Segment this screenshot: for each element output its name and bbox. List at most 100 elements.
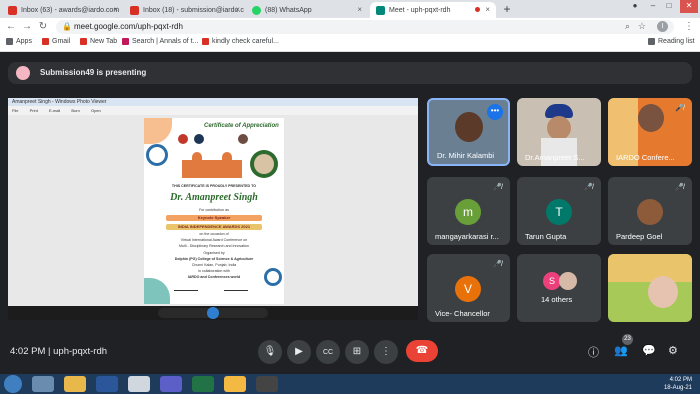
participant-tile[interactable] — [608, 254, 692, 322]
maximize-icon[interactable]: □ — [662, 0, 676, 13]
new-tab-button[interactable]: + — [500, 2, 514, 16]
meeting-info: 4:02 PM | uph-pqxt-rdh — [10, 346, 107, 357]
close-icon[interactable]: × — [235, 5, 240, 14]
college-text: Dolphin (PG) College of Science & Agricu… — [174, 257, 254, 261]
close-icon[interactable]: × — [357, 5, 362, 14]
mic-off-icon: 🎤̸ — [493, 184, 502, 191]
others-count: 14 others — [541, 295, 573, 304]
tab-whatsapp[interactable]: (88) WhatsApp × — [246, 2, 368, 18]
profile-dot-icon[interactable]: ● — [628, 0, 642, 13]
more-options-button[interactable]: ⋮ — [374, 340, 398, 364]
excel-icon[interactable] — [192, 376, 214, 392]
app-icon[interactable] — [224, 376, 246, 392]
end-call-button[interactable]: ☎ — [406, 340, 438, 362]
forward-icon[interactable]: → — [20, 20, 34, 34]
close-icon[interactable]: × — [113, 5, 118, 14]
folder-icon[interactable] — [64, 376, 86, 392]
reading-list[interactable]: Reading list — [648, 38, 695, 45]
presented-to-text: THIS CERTIFICATE IS PROUDLY PRESENTED TO — [171, 184, 257, 188]
collab-org-text: IARDO and Conferences world — [187, 275, 241, 279]
gmail-icon — [42, 38, 49, 45]
bookmark-new-tab[interactable]: New Tab — [80, 38, 117, 45]
mic-button[interactable]: 🎙 — [258, 340, 282, 364]
bookmarks-bar: Apps Gmail New Tab Search | Annals of t.… — [0, 36, 700, 52]
captions-button[interactable]: CC — [316, 340, 340, 364]
tab-strip: Inbox (63) - awards@iardo.com × Inbox (1… — [0, 0, 700, 18]
participant-name: Tarun Gupta — [525, 232, 567, 241]
presenting-bar: Submission49 is presenting — [8, 62, 692, 84]
zoom-icon[interactable]: ⌕ — [625, 21, 630, 32]
tab-label: Meet - uph-pqxt-rdh — [389, 6, 451, 14]
photo-viewer-title: Amanpreet Singh - Windows Photo Viewer — [8, 98, 418, 106]
gmail-icon — [130, 5, 139, 15]
windows-taskbar: 4:02 PM 18-Aug-21 — [0, 374, 700, 394]
occasion-text: on the occasion of — [199, 232, 229, 236]
recording-dot-icon — [475, 7, 480, 12]
participant-tile[interactable]: S 14 others — [517, 254, 601, 322]
green-decoration — [144, 278, 170, 304]
participant-tile[interactable]: 🎤̸ V Vice- Chancellor — [427, 254, 510, 322]
participant-name: Vice- Chancellor — [435, 309, 490, 318]
close-window-icon[interactable]: ✕ — [680, 0, 698, 13]
minimize-icon[interactable]: – — [646, 0, 660, 13]
participant-avatar — [559, 272, 577, 290]
activities-icon: ⚙ — [668, 345, 678, 357]
participant-tile[interactable]: ••• Dr. Mihir Kalambi — [427, 98, 510, 166]
tab-label: Inbox (63) - awards@iardo.com — [21, 6, 120, 14]
meeting-time: 4:02 PM — [10, 346, 46, 357]
menu-icon[interactable]: ⋮ — [682, 20, 696, 34]
tab-meet[interactable]: Meet - uph-pqxt-rdh × — [370, 2, 496, 18]
address-bar[interactable]: 🔒 meet.google.com/uph-pqxt-rdh ⌕ ☆ I — [56, 20, 674, 34]
bookmark-apps[interactable]: Apps — [6, 38, 32, 45]
participant-name: mangayarkarasi r... — [435, 232, 499, 241]
close-icon[interactable]: × — [485, 5, 490, 14]
captions-icon: CC — [322, 349, 334, 356]
red-fort-illustration — [182, 160, 242, 178]
participant-tile[interactable]: 🎤̸ Pardeep Goel — [608, 177, 692, 245]
reload-icon[interactable]: ↻ — [36, 20, 50, 34]
menu-email: E-mail — [48, 108, 61, 113]
chat-button[interactable]: 💬 — [642, 344, 656, 357]
participant-tile[interactable]: 🎤̸ m mangayarkarasi r... — [427, 177, 510, 245]
people-icon: 👥 — [614, 345, 628, 357]
chrome-icon[interactable] — [128, 376, 150, 392]
tab-gmail-submission[interactable]: Inbox (18) - submission@iardo.c × — [124, 2, 246, 18]
info-button[interactable]: ⓘ — [588, 344, 599, 360]
recipient-name: Dr. Amanpreet Singh — [170, 192, 258, 203]
participant-tile[interactable]: Dr.Amanpreet S... — [517, 98, 601, 166]
taskbar-app-icon[interactable] — [32, 376, 54, 392]
present-icon: ⊞ — [352, 346, 362, 357]
mic-icon: 🎙 — [263, 346, 277, 357]
tab-label: (88) WhatsApp — [265, 6, 312, 14]
bookmark-gmail[interactable]: Gmail — [42, 38, 70, 45]
camera-button[interactable]: ▶ — [287, 340, 311, 364]
banner-video — [608, 254, 692, 282]
logo-icon — [238, 134, 248, 144]
system-clock[interactable]: 4:02 PM 18-Aug-21 — [664, 376, 692, 392]
activities-button[interactable]: ⚙ — [668, 344, 678, 357]
participant-tile[interactable]: 🎤̸ IARDO Confere... — [608, 98, 692, 166]
lock-icon: 🔒 — [62, 22, 72, 31]
profile-avatar[interactable]: I — [657, 21, 668, 32]
back-icon[interactable]: ← — [4, 20, 18, 34]
camera-app-icon[interactable] — [256, 376, 278, 392]
people-button[interactable]: 👥 — [614, 344, 628, 357]
teams-icon[interactable] — [160, 376, 182, 392]
signature-line — [224, 290, 248, 291]
present-button[interactable]: ⊞ — [345, 340, 369, 364]
recipient-photo-frame — [250, 150, 278, 178]
word-icon[interactable] — [96, 376, 118, 392]
slideshow-icon[interactable] — [207, 307, 219, 319]
shared-screen: Amanpreet Singh - Windows Photo Viewer F… — [8, 98, 418, 320]
tab-gmail-awards[interactable]: Inbox (63) - awards@iardo.com × — [2, 2, 124, 18]
certificate-image: Certificate of Appreciation THIS CERTIFI… — [144, 118, 284, 304]
bookmark-annals[interactable]: Search | Annals of t... — [122, 38, 198, 45]
photo-viewer-menu: File Print E-mail Burn Open — [8, 106, 418, 115]
bookmark-star-icon[interactable]: ☆ — [638, 21, 646, 32]
participant-tile[interactable]: 🎤̸ T Tarun Gupta — [517, 177, 601, 245]
participant-name: Dr. Mihir Kalambi — [437, 151, 495, 160]
start-button[interactable] — [4, 375, 22, 393]
bookmark-kindly-check[interactable]: kindly check careful... — [202, 38, 279, 45]
menu-file: File — [12, 108, 19, 113]
speaking-indicator-icon: ••• — [487, 104, 503, 120]
